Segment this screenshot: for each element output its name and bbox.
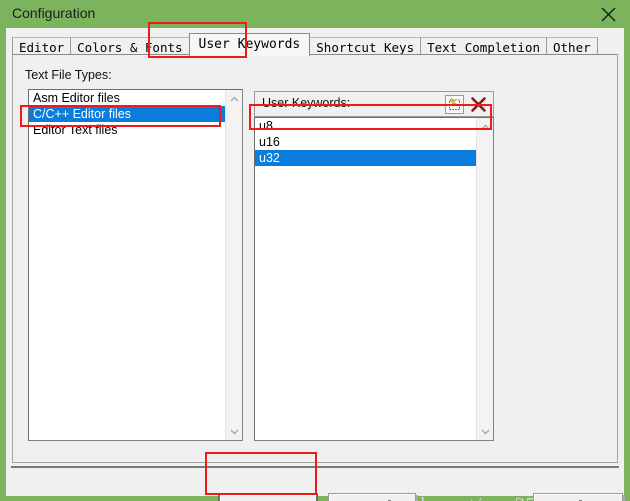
tab-label: User Keywords	[198, 37, 301, 52]
close-icon	[594, 7, 622, 22]
list-item[interactable]: C/C++ Editor files	[29, 106, 225, 122]
cancel-button[interactable]: Cancel	[328, 493, 416, 501]
title-bar: Configuration	[0, 0, 630, 28]
tab-user-keywords[interactable]: User Keywords	[188, 33, 311, 56]
user-keywords-listbox[interactable]: u8 u16 u32	[254, 117, 494, 441]
scroll-down-arrow-icon[interactable]	[226, 423, 242, 440]
scroll-down-arrow-icon[interactable]	[477, 423, 493, 440]
list-item-label: Asm Editor files	[33, 91, 120, 105]
bottom-separator	[11, 466, 619, 468]
list-item[interactable]: Asm Editor files	[29, 90, 225, 106]
list-item-label: u16	[259, 135, 280, 149]
tab-label: Other	[553, 40, 591, 55]
tab-label: Colors & Fonts	[77, 40, 183, 55]
list-item-label: u32	[259, 151, 280, 165]
new-item-icon	[446, 97, 463, 117]
text-file-types-listbox[interactable]: Asm Editor files C/C++ Editor files Edit…	[28, 89, 243, 441]
user-keywords-label: User Keywords:	[262, 96, 351, 110]
configuration-dialog: Configuration Editor Colors & Fonts User…	[0, 0, 630, 501]
left-list-scrollbar[interactable]	[225, 90, 242, 440]
tab-label: Editor	[19, 40, 65, 55]
list-item[interactable]: u16	[255, 134, 476, 150]
list-item-label: C/C++ Editor files	[33, 107, 131, 121]
user-keywords-header: User Keywords:	[254, 91, 494, 117]
list-item-label: Editor Text files	[33, 123, 118, 137]
tab-label: Shortcut Keys	[316, 40, 415, 55]
dialog-client-area: Editor Colors & Fonts User Keywords Shor…	[6, 28, 624, 501]
tab-label: Text Completion	[427, 40, 540, 55]
tab-strip: Editor Colors & Fonts User Keywords Shor…	[12, 32, 612, 56]
new-keyword-button[interactable]	[445, 95, 464, 114]
list-item[interactable]: Editor Text files	[29, 122, 225, 138]
help-button[interactable]: Help	[533, 493, 623, 501]
delete-x-icon	[469, 97, 488, 118]
scrollbar-track[interactable]	[477, 135, 493, 423]
text-file-types-list: Asm Editor files C/C++ Editor files Edit…	[29, 90, 225, 440]
ok-button[interactable]: OK	[218, 493, 318, 501]
list-item[interactable]: u8	[255, 118, 476, 134]
close-button[interactable]	[594, 3, 622, 25]
list-item[interactable]: u32	[255, 150, 476, 166]
scroll-up-arrow-icon[interactable]	[477, 118, 493, 135]
scrollbar-track[interactable]	[226, 107, 242, 423]
window-title: Configuration	[12, 5, 96, 21]
right-list-scrollbar[interactable]	[476, 118, 493, 440]
text-file-types-label: Text File Types:	[25, 68, 112, 82]
list-item-label: u8	[259, 119, 273, 133]
delete-keyword-button[interactable]	[469, 95, 488, 114]
scroll-up-arrow-icon[interactable]	[226, 90, 242, 107]
user-keywords-list: u8 u16 u32	[255, 118, 476, 440]
